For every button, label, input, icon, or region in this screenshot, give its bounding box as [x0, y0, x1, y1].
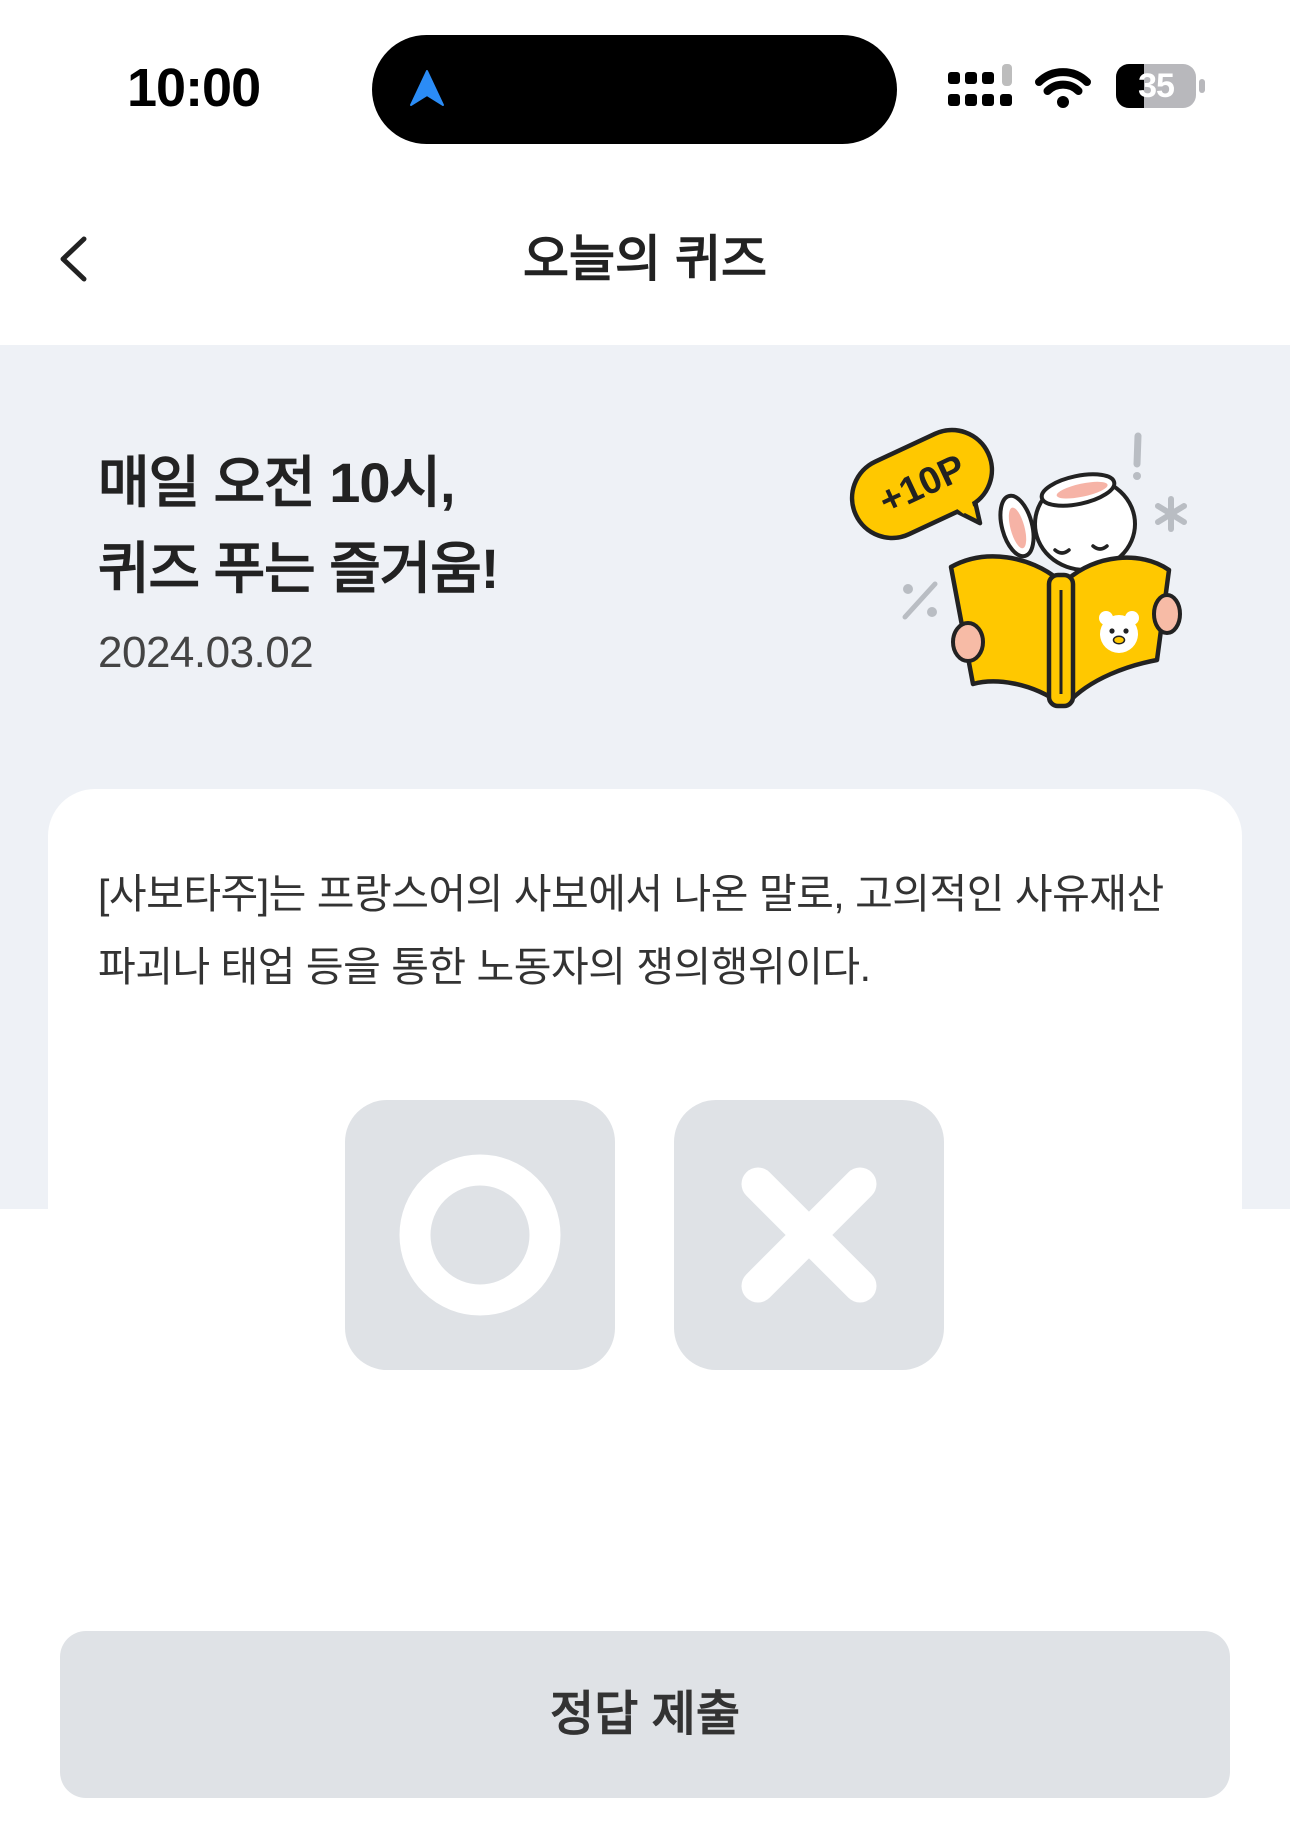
quiz-screen: 10:00 35 오늘의 퀴즈 매일 오전 10시, 퀴즈 푸는 즐거움! 20…: [0, 0, 1290, 1846]
points-badge: +10P: [849, 427, 995, 541]
exclamation-mark-icon: [1133, 432, 1142, 480]
circle-o-icon: [399, 1154, 561, 1316]
status-bar: 10:00 35: [0, 0, 1290, 150]
battery-body: 35: [1116, 64, 1196, 108]
page-title: 오늘의 퀴즈: [523, 231, 767, 287]
percent-icon: [902, 581, 938, 620]
quiz-question: [사보타주]는 프랑스어의 사보에서 나온 말로, 고의적인 사유재산 파괴나 …: [98, 871, 1164, 990]
status-time: 10:00: [127, 58, 261, 118]
submit-answer-label: 정답 제출: [550, 1688, 740, 1741]
bear-emblem: [1099, 611, 1139, 653]
answer-o-button[interactable]: [345, 1100, 615, 1370]
cross-x-icon: [741, 1167, 877, 1303]
battery-icon: 35: [1116, 64, 1208, 108]
hero-heading-line2: 퀴즈 푸는 즐거움!: [98, 537, 499, 600]
submit-answer-button[interactable]: 정답 제출: [60, 1631, 1230, 1798]
quiz-illustration: +10P: [849, 427, 1187, 709]
answer-x-button[interactable]: [674, 1100, 944, 1370]
battery-level: 35: [1138, 67, 1175, 105]
asterisk-icon: [1155, 496, 1187, 532]
battery-nub: [1199, 79, 1205, 93]
location-arrow-icon: [410, 70, 444, 106]
quiz-date: 2024.03.02: [98, 628, 314, 677]
dynamic-island: [372, 35, 897, 144]
cellular-signal-icon: [948, 64, 1012, 106]
rabbit-character: [998, 472, 1137, 572]
hero-heading: 매일 오전 10시, 퀴즈 푸는 즐거움!: [98, 440, 499, 612]
left-hand: [951, 621, 985, 663]
wifi-icon: [1035, 68, 1091, 108]
right-hand: [1152, 593, 1182, 635]
hero-heading-line1: 매일 오전 10시,: [98, 451, 456, 514]
